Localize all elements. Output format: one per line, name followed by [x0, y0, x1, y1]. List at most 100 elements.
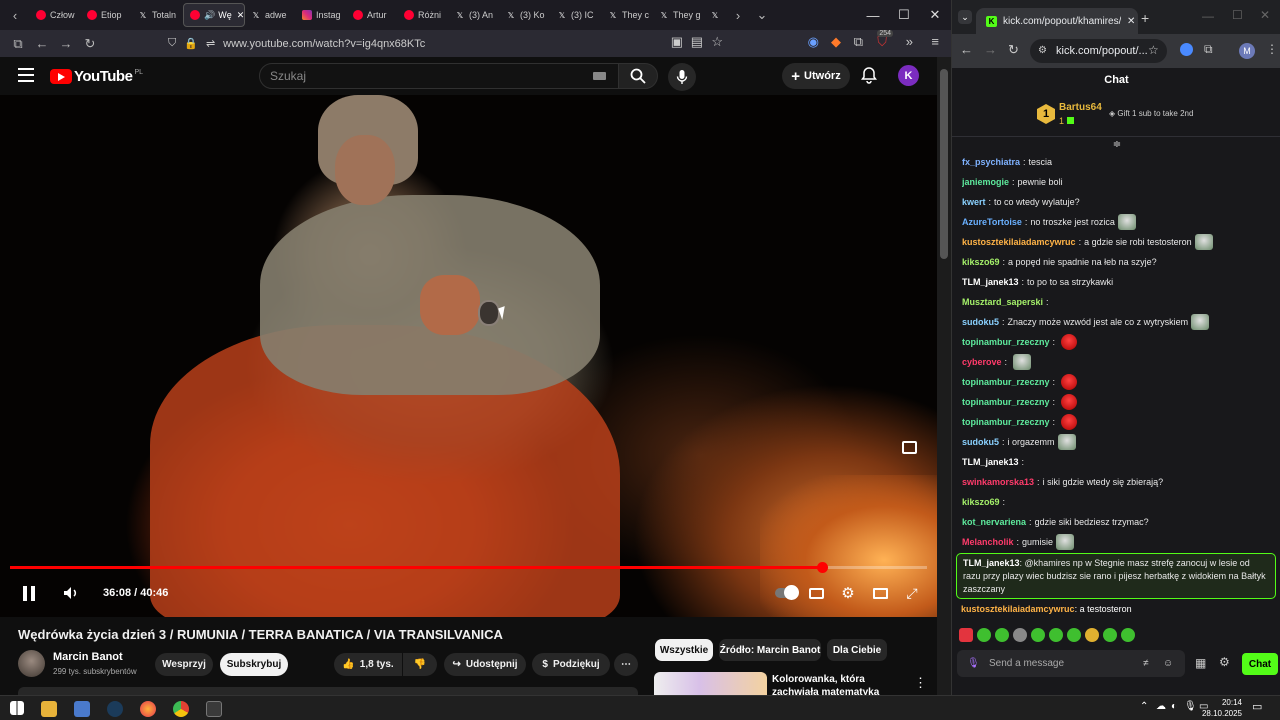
menu-icon[interactable]: ≡ [931, 34, 939, 49]
reload-icon[interactable]: ↻ [1008, 42, 1019, 58]
store-icon[interactable]: ▦ [1195, 656, 1206, 670]
tab-5[interactable]: 𝕏adwe [245, 0, 296, 30]
chat-username[interactable]: TLM_janek13 [962, 453, 1019, 471]
last-message-user[interactable]: kustosztekilaiadamcywruc [961, 604, 1075, 614]
chip-for-you[interactable]: Dla Ciebie [827, 639, 887, 661]
chat-username[interactable]: AzureTortoise [962, 213, 1022, 231]
tray-onedrive-icon[interactable]: ◐ [1171, 701, 1177, 712]
chip-source[interactable]: Źródło: Marcin Banot [719, 639, 821, 661]
chat-send-button[interactable]: Chat [1242, 653, 1278, 675]
minimize-icon[interactable]: — [1202, 9, 1214, 23]
mic-icon[interactable]: 🎙 [967, 650, 980, 677]
extension-fox-icon[interactable]: ◆ [831, 34, 841, 50]
chat-username[interactable]: topinambur_rzeczny [962, 373, 1050, 391]
chat-username[interactable]: TLM_janek13 [962, 273, 1019, 291]
address-bar[interactable]: ⛉ 🔒 ⇌ www.youtube.com/watch?v=ig4qnx68KT… [168, 32, 728, 55]
site-info-icon[interactable]: ⚙ [1038, 45, 1047, 56]
recommended-thumbnail[interactable] [654, 672, 767, 695]
reload-icon[interactable]: ↻ [78, 36, 102, 52]
autoplay-toggle[interactable] [775, 584, 799, 602]
maximize-icon[interactable]: ☐ [888, 0, 920, 30]
firefox-taskbar-icon[interactable] [140, 701, 156, 717]
tab-3[interactable]: 𝕏 Totaln [132, 0, 183, 30]
emote-icon[interactable] [1013, 628, 1027, 642]
tab-11[interactable]: 𝕏 (3) IC [551, 0, 602, 30]
close-tab-icon[interactable]: ✕ [1127, 16, 1135, 27]
close-tab-icon[interactable]: ✕ [237, 10, 244, 21]
windows-start-icon[interactable] [10, 701, 24, 715]
emote-icon[interactable] [1049, 628, 1063, 642]
chrome-taskbar-icon[interactable] [173, 701, 189, 717]
search-input[interactable]: Szukaj [259, 63, 619, 89]
channel-avatar[interactable] [18, 650, 45, 677]
tab-14[interactable]: 𝕏 [704, 0, 726, 30]
calculator-icon[interactable] [206, 701, 222, 717]
tray-mic-icon[interactable]: 🎙 [1184, 701, 1197, 712]
chip-all[interactable]: Wszystkie [655, 639, 713, 661]
chat-username[interactable]: kwert [962, 193, 986, 211]
sidebar-icon[interactable]: ⧉ [6, 36, 30, 52]
extensions-puzzle-icon[interactable]: ⧉ [1204, 42, 1213, 57]
reco-menu-icon[interactable]: ⋮ [914, 675, 927, 691]
close-window-icon[interactable]: ✕ [1260, 8, 1270, 22]
emote-icon[interactable] [1085, 628, 1099, 642]
chat-username[interactable]: swinkamorska13 [962, 473, 1034, 491]
emote-icon[interactable] [995, 628, 1009, 642]
tab-9[interactable]: 𝕏 (3) An [449, 0, 500, 30]
app-icon[interactable] [74, 701, 90, 717]
menu-hamburger-icon[interactable] [18, 68, 34, 82]
forward-icon[interactable]: → [984, 42, 997, 57]
youtube-logo[interactable]: YouTube PL [50, 68, 143, 85]
tab-12[interactable]: 𝕏 They c [602, 0, 653, 30]
extensions-icon[interactable]: ⧉ [854, 34, 863, 50]
chat-username[interactable]: kustosztekilaiadamcywruc [962, 233, 1076, 251]
extension-globe-icon[interactable]: ◉ [808, 34, 819, 50]
subscribe-button[interactable]: Subskrybuj [220, 653, 288, 676]
fullscreen-button[interactable]: ⤢ [904, 584, 920, 602]
translate-icon[interactable]: ≠ [1143, 650, 1149, 677]
tab-2[interactable]: Etiop [81, 0, 132, 30]
share-button[interactable]: ↪ Udostępnij [444, 653, 526, 676]
subtitles-button[interactable] [808, 584, 824, 602]
notifications-bell-icon[interactable] [860, 66, 878, 84]
tab-10[interactable]: 𝕏 (3) Ko [500, 0, 551, 30]
clock[interactable]: 20:14 28.10.2025 [1198, 697, 1242, 719]
like-button[interactable]: 👍 1,8 tys. [334, 653, 402, 676]
volume-button[interactable] [62, 584, 80, 602]
voice-search-button[interactable] [668, 63, 696, 91]
tray-chevron-icon[interactable]: ⌃ [1140, 701, 1148, 712]
keyboard-icon[interactable] [593, 72, 606, 80]
extension-icon[interactable] [1180, 43, 1193, 56]
tab-scroll-right-icon[interactable]: › [726, 8, 750, 23]
notifications-icon[interactable]: ▭ [1252, 700, 1262, 713]
chat-username[interactable]: fx_psychiatra [962, 153, 1020, 171]
chat-username[interactable]: topinambur_rzeczny [962, 413, 1050, 431]
pip-icon[interactable]: ▣ [671, 34, 683, 50]
chat-username[interactable]: topinambur_rzeczny [962, 393, 1050, 411]
emote-icon[interactable] [959, 628, 973, 642]
reader-icon[interactable]: ▤ [691, 34, 703, 50]
chat-username[interactable]: janiemogie [962, 173, 1009, 191]
bookmark-star-icon[interactable]: ☆ [711, 34, 723, 50]
pinned-gift-banner[interactable]: 1 Bartus64 1 ◈ Gift 1 sub to take 2nd [952, 97, 1280, 137]
tab-1[interactable]: Człow [30, 0, 81, 30]
tab-6[interactable]: Instag [296, 0, 347, 30]
chat-username[interactable]: kikszo69 [962, 253, 1000, 271]
chat-username[interactable]: Melancholik [962, 533, 1014, 551]
scrollbar-thumb[interactable] [940, 69, 948, 259]
chat-settings-gear-icon[interactable]: ⚙ [1219, 655, 1230, 669]
account-avatar[interactable]: K [898, 65, 919, 86]
emoji-icon[interactable]: ☺ [1163, 650, 1173, 677]
chat-username[interactable]: topinambur_rzeczny [962, 333, 1050, 351]
overflow-icon[interactable]: » [906, 34, 913, 49]
bookmark-star-icon[interactable]: ☆ [1148, 43, 1159, 57]
tab-13[interactable]: 𝕏 They g [653, 0, 704, 30]
tab-scroll-left-icon[interactable]: ‹ [0, 8, 30, 23]
more-actions-button[interactable]: ⋯ [614, 653, 638, 676]
channel-name[interactable]: Marcin Banot [53, 651, 123, 663]
maximize-icon[interactable]: ☐ [1232, 8, 1243, 22]
chat-username[interactable]: sudoku5 [962, 433, 999, 451]
support-button[interactable]: Wesprzyj [155, 653, 213, 676]
tray-cloud-icon[interactable]: ☁ [1156, 701, 1166, 712]
video-player[interactable] [0, 95, 937, 617]
